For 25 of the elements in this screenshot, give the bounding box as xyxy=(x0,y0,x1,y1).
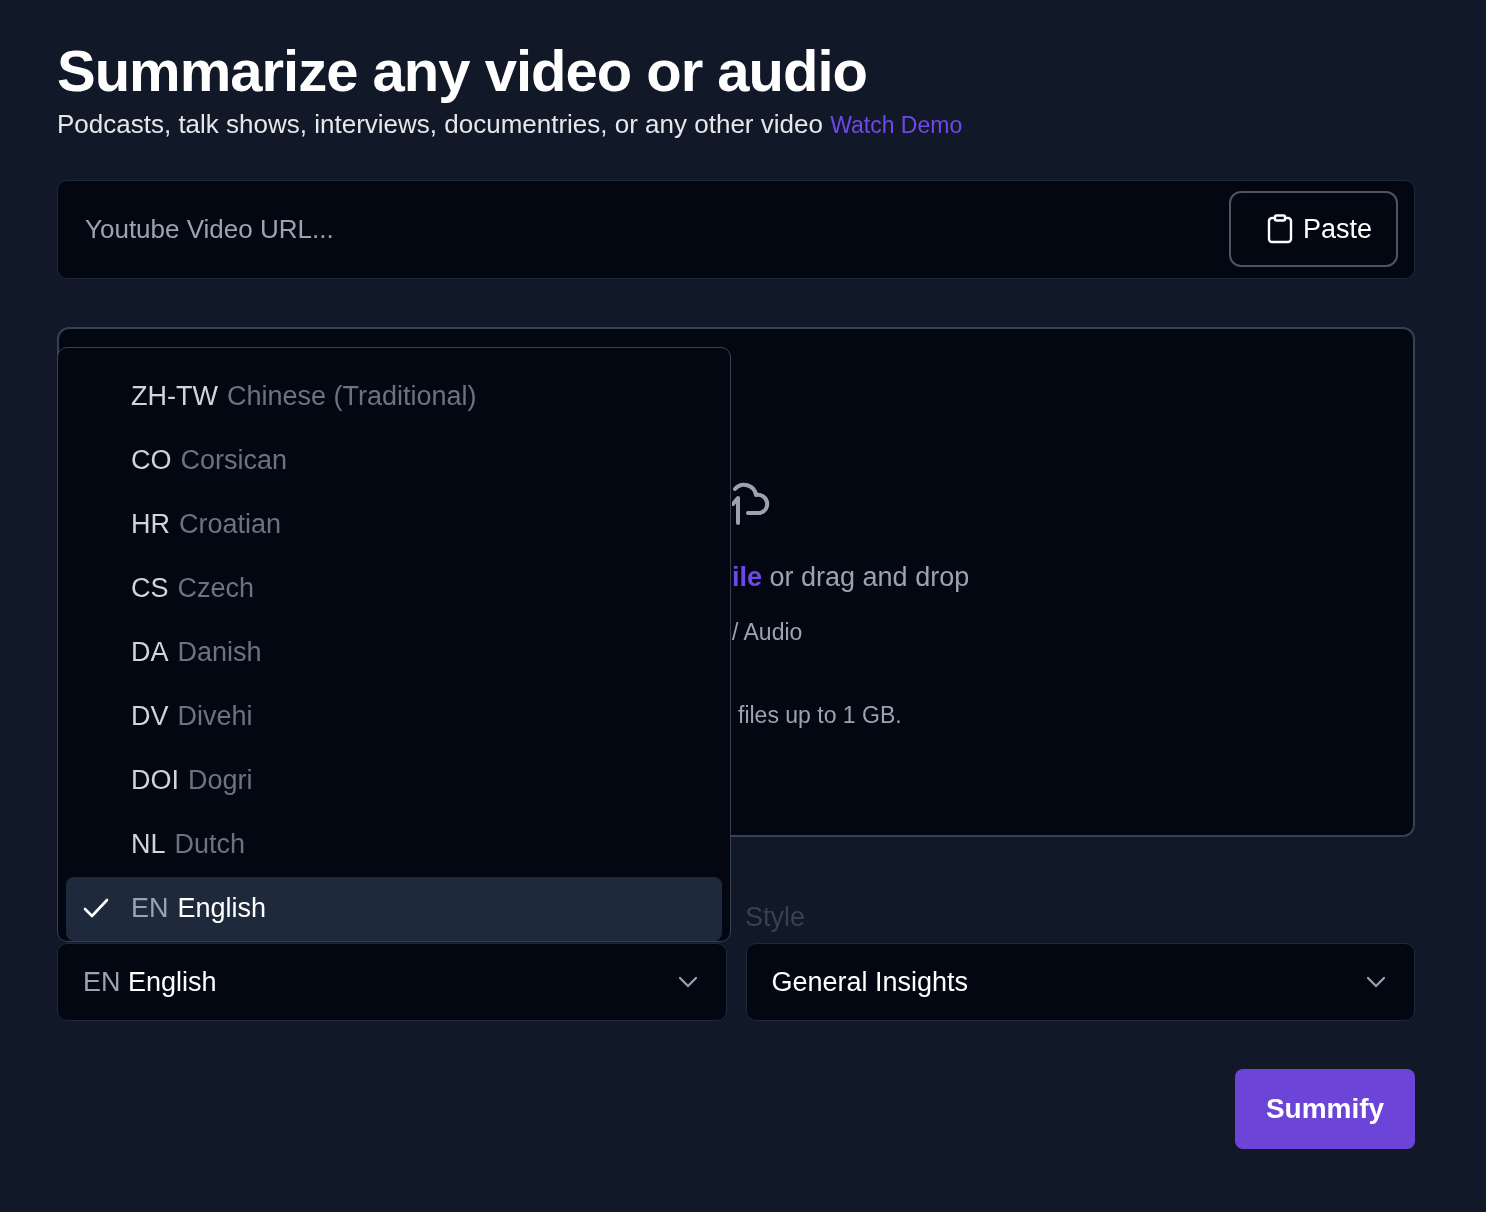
style-select[interactable]: General Insights xyxy=(745,943,1415,1022)
language-option[interactable]: EN English xyxy=(66,876,722,941)
page-title: Summarize any video or audio xyxy=(57,38,868,105)
selected-language: EN English xyxy=(83,965,217,999)
upload-prompt: ile or drag and drop xyxy=(732,560,971,594)
language-option[interactable]: DV Divehi xyxy=(66,684,722,749)
language-option[interactable]: CS Czech xyxy=(66,556,722,621)
chevron-down-icon xyxy=(1366,976,1386,989)
size-limit: files up to 1 GB. xyxy=(737,700,903,730)
language-option[interactable]: DOI Dogri xyxy=(66,748,722,813)
chevron-down-icon xyxy=(677,976,698,989)
clipboard-icon xyxy=(1266,214,1293,245)
language-option[interactable]: ZH-TW Chinese (Traditional) xyxy=(66,364,722,429)
checkmark-icon xyxy=(83,896,109,919)
choose-file-link[interactable]: ile xyxy=(732,561,763,592)
language-select[interactable]: EN English xyxy=(57,943,727,1022)
subtitle: Podcasts, talk shows, interviews, documentries, or any other video xyxy=(57,108,824,139)
language-option[interactable]: HR Croatian xyxy=(66,492,722,557)
selected-style: General Insights xyxy=(771,965,969,999)
paste-button[interactable]: Paste xyxy=(1228,191,1398,268)
url-field[interactable]: Youtube Video URL... Paste xyxy=(57,179,1415,279)
language-option[interactable]: DA Danish xyxy=(66,620,722,685)
summify-button[interactable]: Summify xyxy=(1235,1069,1415,1150)
file-types: / Audio xyxy=(732,618,804,648)
language-option[interactable]: CO Corsican xyxy=(66,428,722,493)
